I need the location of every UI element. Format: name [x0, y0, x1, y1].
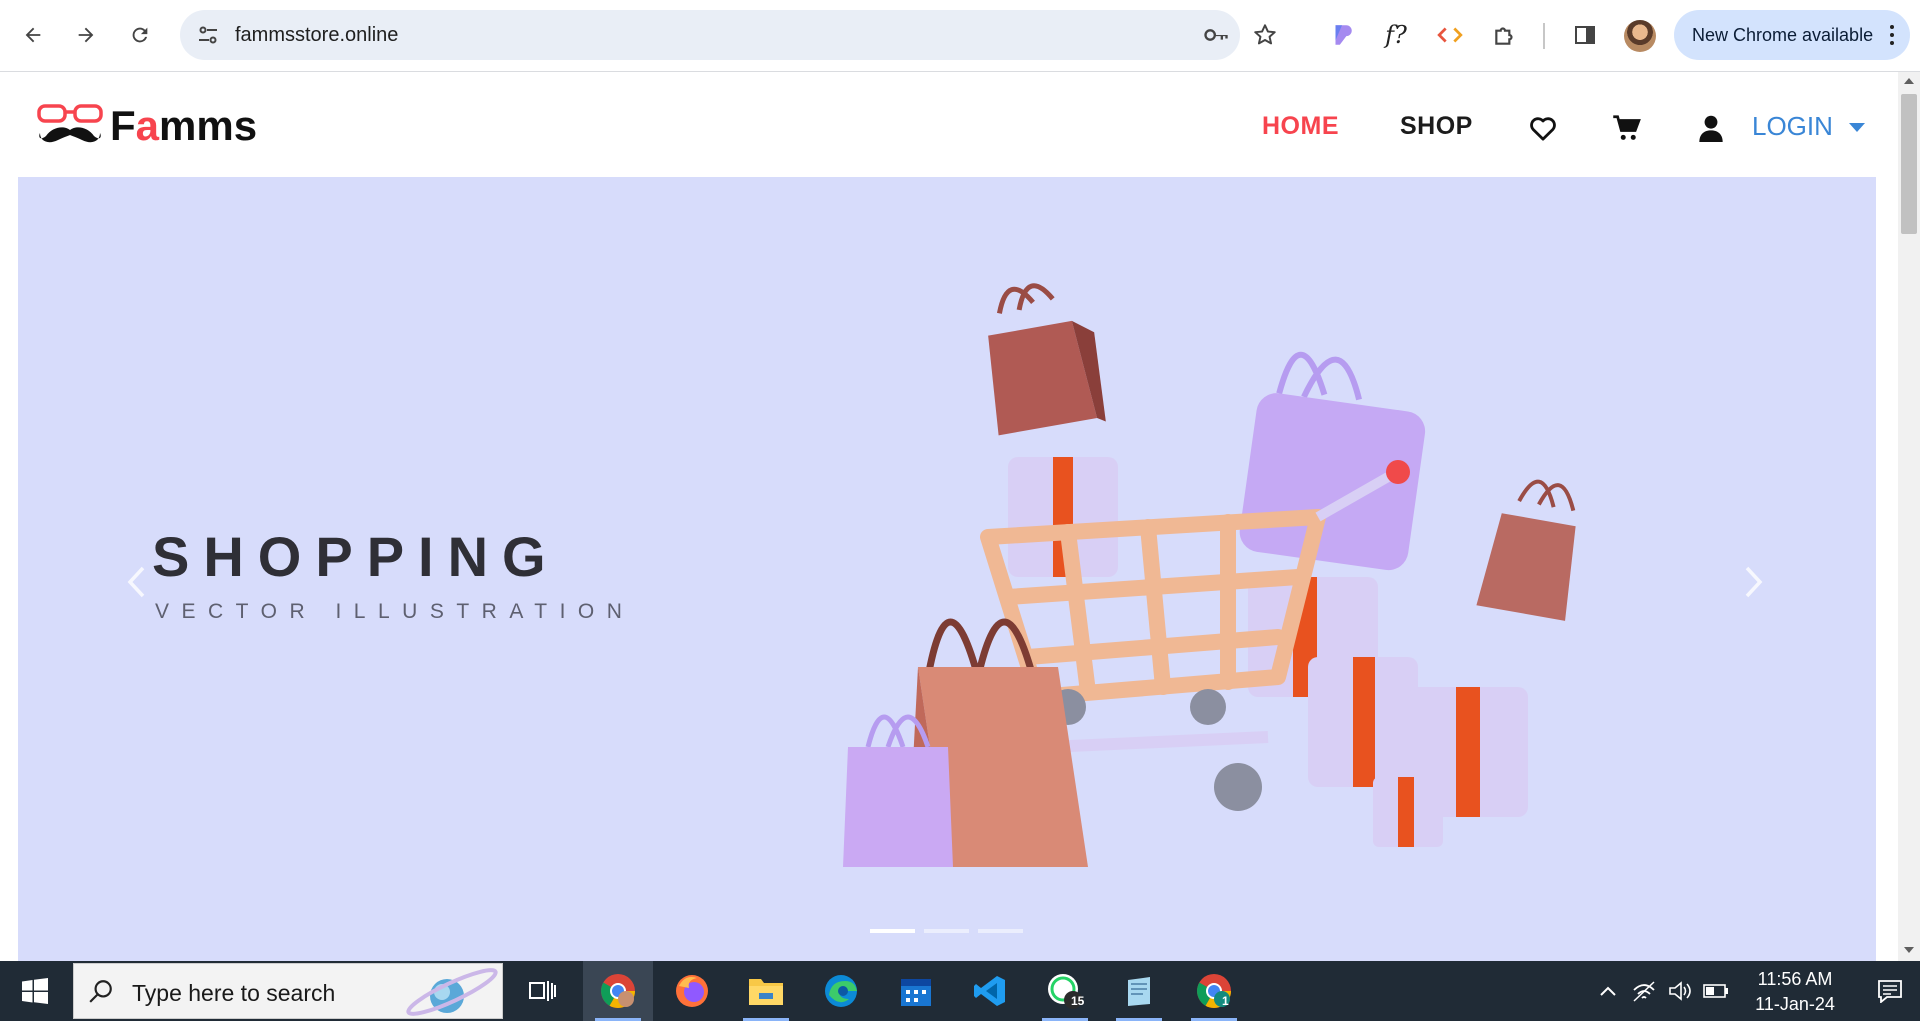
task-view-button[interactable]: [508, 961, 578, 1021]
update-button-label: New Chrome available: [1692, 24, 1874, 45]
glasses-mustache-icon: [37, 104, 103, 143]
clock-time: 11:56 AM: [1757, 969, 1833, 989]
login-label: LOGIN: [1752, 111, 1833, 141]
scroll-up-arrow-icon[interactable]: [1904, 78, 1914, 84]
chrome-icon: [601, 974, 635, 1008]
profile-avatar[interactable]: [1624, 20, 1656, 52]
user-icon[interactable]: [1695, 112, 1727, 144]
arrow-right-icon: [78, 27, 94, 43]
cart-icon[interactable]: [1611, 112, 1643, 144]
carousel-indicator[interactable]: [978, 929, 1023, 933]
folder-icon: [749, 979, 783, 1005]
browser-toolbar: fammsstore.online f? New Chrome availabl…: [0, 0, 1920, 72]
logo-text: Famms: [110, 102, 258, 149]
taskbar-edge[interactable]: [806, 961, 876, 1021]
caret-down-icon: [1848, 123, 1865, 132]
address-bar[interactable]: fammsstore.online: [180, 10, 1276, 60]
nav-home-link[interactable]: HOME: [1262, 112, 1339, 141]
volume-icon[interactable]: [1662, 961, 1698, 1021]
whatsapp-badge: 15: [1071, 994, 1085, 1008]
carousel-next-button[interactable]: [1734, 552, 1774, 612]
kebab-menu-icon[interactable]: [1890, 24, 1894, 46]
calendar-icon: [901, 979, 931, 1006]
scroll-down-arrow-icon[interactable]: [1904, 947, 1914, 953]
edge-icon: [825, 975, 857, 1007]
notification-center-button[interactable]: [1860, 961, 1920, 1021]
task-view-icon: [529, 981, 556, 1001]
forward-button[interactable]: [66, 15, 106, 55]
chevron-left-icon: [127, 566, 145, 598]
taskbar-vscode[interactable]: [955, 961, 1025, 1021]
search-placeholder: Type here to search: [132, 980, 336, 1006]
carousel-prev-button[interactable]: [116, 552, 156, 612]
scroll-thumb[interactable]: [1901, 94, 1917, 234]
taskbar-clock[interactable]: 11:56 AM 11-Jan-24: [1740, 967, 1850, 1017]
wishlist-heart-icon[interactable]: [1527, 112, 1559, 144]
site-header: Famms HOME SHOP LOGIN: [0, 72, 1900, 177]
url-text[interactable]: fammsstore.online: [235, 24, 398, 47]
taskbar-notepad[interactable]: [1104, 961, 1174, 1021]
windows-taskbar: Type here to search 15 1 11:56 AM 11-Jan…: [0, 961, 1920, 1021]
toolbar-divider: [1543, 23, 1545, 49]
login-dropdown[interactable]: LOGIN: [1752, 111, 1865, 142]
start-button[interactable]: [0, 961, 70, 1021]
site-info-icon[interactable]: [196, 23, 220, 47]
nav-shop-link[interactable]: SHOP: [1400, 112, 1473, 141]
carousel-indicators: [870, 929, 1023, 933]
firefox-icon: [676, 975, 708, 1007]
puzzle-icon[interactable]: [1488, 18, 1522, 52]
taskbar-chrome-second[interactable]: 1: [1179, 961, 1249, 1021]
clock-date: 11-Jan-24: [1755, 994, 1835, 1014]
new-chrome-available-button[interactable]: New Chrome available: [1674, 10, 1910, 60]
side-panel-icon[interactable]: [1568, 18, 1602, 52]
vscode-icon: [974, 976, 1005, 1006]
system-tray: [1590, 961, 1734, 1021]
battery-icon[interactable]: [1698, 961, 1734, 1021]
network-icon[interactable]: [1626, 961, 1662, 1021]
taskbar-chrome-active[interactable]: [583, 961, 653, 1021]
chrome-badge: 1: [1222, 994, 1229, 1008]
password-key-icon[interactable]: [1202, 21, 1230, 49]
carousel-indicator[interactable]: [924, 929, 969, 933]
reload-button[interactable]: [120, 15, 160, 55]
web-page: Famms HOME SHOP LOGIN SHOPPING VECTOR IL…: [0, 72, 1920, 961]
notepad-icon: [1128, 977, 1150, 1006]
carousel-indicator[interactable]: [870, 929, 915, 933]
gemini-ext-icon[interactable]: [1325, 18, 1359, 52]
back-button[interactable]: [13, 15, 53, 55]
windows-logo-icon: [22, 978, 48, 1004]
taskbar-search-box[interactable]: Type here to search: [73, 963, 503, 1019]
search-highlight-icon: [406, 968, 498, 1016]
shopping-cart-illustration: [843, 283, 1576, 867]
chevron-right-icon: [1745, 566, 1763, 598]
show-hidden-icons-chevron-icon[interactable]: [1590, 961, 1626, 1021]
code-ext-icon[interactable]: [1433, 18, 1467, 52]
hero-title: SHOPPING: [152, 525, 560, 588]
hero-carousel: SHOPPING VECTOR ILLUSTRATION: [18, 177, 1876, 961]
taskbar-file-explorer[interactable]: [731, 961, 801, 1021]
notification-icon: [1878, 980, 1902, 1003]
arrow-left-icon: [25, 27, 41, 43]
hero-subtitle: VECTOR ILLUSTRATION: [155, 600, 635, 623]
formula-ext-icon[interactable]: f?: [1379, 18, 1413, 52]
reload-icon: [132, 27, 148, 43]
taskbar-firefox[interactable]: [657, 961, 727, 1021]
famms-logo[interactable]: Famms: [36, 102, 257, 150]
taskbar-calendar[interactable]: [881, 961, 951, 1021]
page-scrollbar[interactable]: [1898, 72, 1920, 961]
bookmark-star-icon[interactable]: [1251, 21, 1279, 49]
taskbar-whatsapp[interactable]: 15: [1030, 961, 1100, 1021]
search-icon: [89, 980, 112, 1003]
